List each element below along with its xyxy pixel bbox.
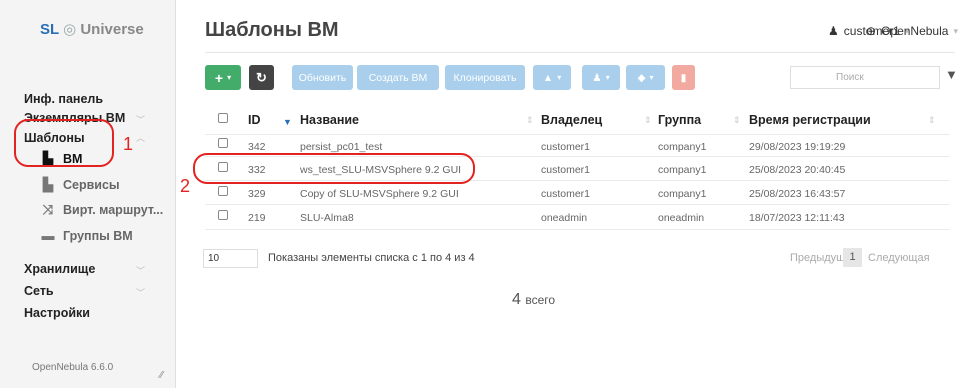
row-group[interactable]: company1 xyxy=(658,141,706,153)
lock-button[interactable]: ▲ ▾ xyxy=(533,65,571,90)
row-divider xyxy=(205,229,950,230)
pagination-current[interactable]: 1 xyxy=(843,248,862,267)
sidebar-item-network[interactable]: Сеть xyxy=(24,284,54,298)
folder-icon: ▬ xyxy=(41,228,55,243)
total-count: 4 всего xyxy=(512,291,555,309)
sidebar-item-label: Группы ВМ xyxy=(63,228,133,243)
row-name[interactable]: SLU-Alma8 xyxy=(300,212,354,224)
delete-button[interactable]: ▮ xyxy=(672,65,695,90)
page-size-select[interactable]: 10 xyxy=(203,249,258,268)
chevron-down-icon: ▾ xyxy=(227,73,232,82)
sort-icon: ⇕ xyxy=(928,115,936,125)
annotation-box-2 xyxy=(193,153,475,184)
plus-icon: + xyxy=(214,69,224,86)
row-owner[interactable]: oneadmin xyxy=(541,212,587,224)
annotation-number-1: 1 xyxy=(123,134,134,154)
chevron-down-icon: ▾ xyxy=(605,73,610,82)
files-icon: ▙ xyxy=(43,177,53,192)
chevron-down-icon: ﹀ xyxy=(136,266,146,276)
chevron-down-icon: ▾ xyxy=(953,25,958,36)
row-name[interactable]: Copy of SLU-MSVSphere 9.2 GUI xyxy=(300,188,459,200)
globe-icon: ⊕ xyxy=(866,24,877,38)
annotation-box-1 xyxy=(14,119,114,167)
header-divider xyxy=(205,52,955,53)
sidebar-item-virtual-routers[interactable]: ⤨ Вирт. маршрут... xyxy=(40,202,163,218)
chevron-down-icon: ▾ xyxy=(557,73,562,82)
header-divider xyxy=(205,134,950,135)
column-header-owner[interactable]: Владелец xyxy=(541,113,602,127)
row-divider xyxy=(205,204,950,205)
row-owner[interactable]: customer1 xyxy=(541,141,590,153)
sort-desc-icon: ▼ xyxy=(283,117,292,127)
select-all-checkbox[interactable] xyxy=(218,113,228,123)
refresh-icon: ↻ xyxy=(256,69,267,85)
row-group[interactable]: oneadmin xyxy=(658,212,704,224)
user-icon: ♟ xyxy=(592,71,602,84)
tags-icon: ◆ xyxy=(637,71,646,84)
add-button[interactable]: + ▾ xyxy=(205,65,241,90)
sidebar-item-storage[interactable]: Хранилище xyxy=(24,262,95,276)
trash-icon: ▮ xyxy=(680,71,687,84)
lock-icon: ▲ xyxy=(542,71,554,84)
sidebar-item-vm-groups[interactable]: ▬ Группы ВМ xyxy=(40,228,133,243)
labels-button[interactable]: ◆ ▾ xyxy=(626,65,665,90)
chevron-down-icon: ▾ xyxy=(649,73,654,82)
sort-icon: ⇕ xyxy=(526,115,534,125)
column-header-group[interactable]: Группа xyxy=(658,113,701,127)
column-header-time[interactable]: Время регистрации xyxy=(749,113,871,127)
row-id[interactable]: 342 xyxy=(248,141,266,153)
total-number: 4 xyxy=(512,291,521,308)
row-group[interactable]: company1 xyxy=(658,164,706,176)
logo[interactable]: SL ◎ Universe xyxy=(40,20,144,38)
row-owner[interactable]: customer1 xyxy=(541,164,590,176)
row-owner[interactable]: customer1 xyxy=(541,188,590,200)
chevron-up-icon: ︿ xyxy=(136,133,146,143)
sidebar-item-label: Сервисы xyxy=(63,178,120,192)
sidebar-item-settings[interactable]: Настройки xyxy=(24,306,90,320)
filter-icon[interactable]: ▼ xyxy=(945,67,958,82)
search-input[interactable]: Поиск xyxy=(790,66,940,89)
sidebar: SL ◎ Universe Инф. панель Экземпляры ВМ … xyxy=(0,0,176,388)
clone-button[interactable]: Клонировать xyxy=(445,65,525,90)
update-button[interactable]: Обновить xyxy=(292,65,353,90)
version-label: OpenNebula 6.6.0 xyxy=(32,362,114,373)
user-icon: ♟ xyxy=(828,24,839,38)
row-id[interactable]: 329 xyxy=(248,188,266,200)
row-checkbox[interactable] xyxy=(218,138,228,148)
cloud-name: OpenNebula xyxy=(881,24,949,38)
sort-icon: ⇕ xyxy=(733,115,741,125)
sidebar-item-services[interactable]: ▙ Сервисы xyxy=(40,177,120,193)
annotation-number-2: 2 xyxy=(180,176,191,196)
row-group[interactable]: company1 xyxy=(658,188,706,200)
row-id[interactable]: 219 xyxy=(248,212,266,224)
pagination-next[interactable]: Следующая xyxy=(868,252,930,264)
row-name[interactable]: persist_pc01_test xyxy=(300,141,382,153)
showing-label: Показаны элементы списка с 1 по 4 из 4 xyxy=(268,252,475,264)
column-header-name[interactable]: Название xyxy=(300,113,359,127)
create-vm-button[interactable]: Создать ВМ xyxy=(357,65,439,90)
random-icon: ⤨ xyxy=(42,202,54,217)
row-time[interactable]: 25/08/2023 20:40:45 xyxy=(749,164,845,176)
logo-sl: SL xyxy=(40,21,59,38)
row-time[interactable]: 29/08/2023 19:19:29 xyxy=(749,141,845,153)
logo-name: Universe xyxy=(80,21,144,38)
sidebar-item-dashboard[interactable]: Инф. панель xyxy=(24,92,103,106)
page-title: Шаблоны ВМ xyxy=(205,19,339,41)
column-header-id[interactable]: ID xyxy=(248,113,261,127)
refresh-button[interactable]: ↻ xyxy=(249,65,274,90)
row-time[interactable]: 25/08/2023 16:43:57 xyxy=(749,188,845,200)
logo-circle-icon: ◎ xyxy=(63,21,77,38)
chevron-down-icon: ﹀ xyxy=(136,288,146,298)
total-word: всего xyxy=(525,293,556,307)
row-time[interactable]: 18/07/2023 12:11:43 xyxy=(749,212,845,224)
owner-button[interactable]: ♟ ▾ xyxy=(582,65,620,90)
chevron-down-icon: ﹀ xyxy=(136,115,146,125)
sidebar-item-label: Вирт. маршрут... xyxy=(63,203,164,217)
sort-icon: ⇕ xyxy=(644,115,652,125)
resize-handle-icon[interactable]: ⁄⁄ xyxy=(160,370,163,381)
row-checkbox[interactable] xyxy=(218,210,228,220)
row-checkbox[interactable] xyxy=(218,186,228,196)
cloud-menu[interactable]: ⊕ OpenNebula ▾ xyxy=(866,24,958,38)
